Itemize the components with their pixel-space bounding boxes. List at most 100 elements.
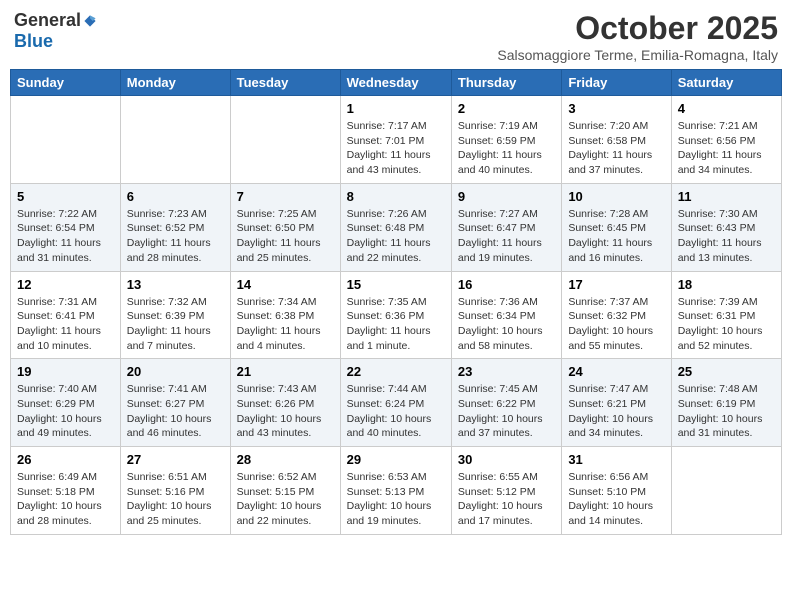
day-number: 18 [678,277,775,292]
week-row-4: 19 Sunrise: 7:40 AMSunset: 6:29 PMDayligh… [11,359,782,447]
calendar-cell: 7 Sunrise: 7:25 AMSunset: 6:50 PMDaylight… [230,183,340,271]
calendar-cell: 26 Sunrise: 6:49 AMSunset: 5:18 PMDayligh… [11,447,121,535]
calendar-cell: 21Sunrise: 7:43 AMSunset: 6:26 PMDayligh… [230,359,340,447]
day-number: 15 [347,277,445,292]
week-row-5: 26 Sunrise: 6:49 AMSunset: 5:18 PMDayligh… [11,447,782,535]
day-number: 14 [237,277,334,292]
days-header-row: SundayMondayTuesdayWednesdayThursdayFrid… [11,70,782,96]
calendar-cell: 13 Sunrise: 7:32 AMSunset: 6:39 PMDayligh… [120,271,230,359]
calendar-cell: 5Sunrise: 7:22 AMSunset: 6:54 PMDaylight… [11,183,121,271]
logo-blue-text: Blue [14,31,53,52]
day-header-thursday: Thursday [451,70,561,96]
calendar-cell: 23 Sunrise: 7:45 AMSunset: 6:22 PMDayligh… [451,359,561,447]
calendar-cell: 14 Sunrise: 7:34 AMSunset: 6:38 PMDayligh… [230,271,340,359]
cell-content: Sunrise: 7:41 AMSunset: 6:27 PMDaylight:… [127,382,224,441]
day-number: 25 [678,364,775,379]
calendar-cell [230,96,340,184]
day-number: 1 [347,101,445,116]
day-number: 11 [678,189,775,204]
cell-content: Sunrise: 6:56 AMSunset: 5:10 PMDaylight:… [568,470,664,529]
day-number: 20 [127,364,224,379]
calendar-cell: 29 Sunrise: 6:53 AMSunset: 5:13 PMDayligh… [340,447,451,535]
calendar-cell: 31 Sunrise: 6:56 AMSunset: 5:10 PMDayligh… [562,447,671,535]
day-number: 7 [237,189,334,204]
cell-content: Sunrise: 7:23 AMSunset: 6:52 PMDaylight:… [127,207,224,266]
calendar-cell: 24 Sunrise: 7:47 AMSunset: 6:21 PMDayligh… [562,359,671,447]
day-number: 3 [568,101,664,116]
cell-content: Sunrise: 7:34 AMSunset: 6:38 PMDaylight:… [237,295,334,354]
cell-content: Sunrise: 7:39 AMSunset: 6:31 PMDaylight:… [678,295,775,354]
day-number: 31 [568,452,664,467]
calendar-cell [671,447,781,535]
day-number: 19 [17,364,114,379]
cell-content: Sunrise: 7:25 AMSunset: 6:50 PMDaylight:… [237,207,334,266]
day-number: 12 [17,277,114,292]
week-row-3: 12Sunrise: 7:31 AMSunset: 6:41 PMDayligh… [11,271,782,359]
calendar-cell: 9 Sunrise: 7:27 AMSunset: 6:47 PMDaylight… [451,183,561,271]
day-number: 28 [237,452,334,467]
cell-content: Sunrise: 7:47 AMSunset: 6:21 PMDaylight:… [568,382,664,441]
week-row-1: 1 Sunrise: 7:17 AMSunset: 7:01 PMDaylight… [11,96,782,184]
cell-content: Sunrise: 7:35 AMSunset: 6:36 PMDaylight:… [347,295,445,354]
day-header-monday: Monday [120,70,230,96]
calendar-cell: 11 Sunrise: 7:30 AMSunset: 6:43 PMDayligh… [671,183,781,271]
day-number: 17 [568,277,664,292]
day-number: 22 [347,364,445,379]
day-number: 4 [678,101,775,116]
day-number: 26 [17,452,114,467]
cell-content: Sunrise: 6:49 AMSunset: 5:18 PMDaylight:… [17,470,114,529]
page-header: General Blue October 2025 Salsomaggiore … [10,10,782,63]
cell-content: Sunrise: 7:32 AMSunset: 6:39 PMDaylight:… [127,295,224,354]
day-header-wednesday: Wednesday [340,70,451,96]
calendar-cell: 15 Sunrise: 7:35 AMSunset: 6:36 PMDayligh… [340,271,451,359]
cell-content: Sunrise: 7:17 AMSunset: 7:01 PMDaylight:… [347,119,445,178]
cell-content: Sunrise: 7:30 AMSunset: 6:43 PMDaylight:… [678,207,775,266]
day-number: 10 [568,189,664,204]
day-number: 5 [17,189,114,204]
calendar-cell: 27 Sunrise: 6:51 AMSunset: 5:16 PMDayligh… [120,447,230,535]
day-header-sunday: Sunday [11,70,121,96]
day-number: 24 [568,364,664,379]
cell-content: Sunrise: 7:20 AMSunset: 6:58 PMDaylight:… [568,119,664,178]
calendar-cell: 2Sunrise: 7:19 AMSunset: 6:59 PMDaylight… [451,96,561,184]
day-number: 13 [127,277,224,292]
calendar-cell: 1 Sunrise: 7:17 AMSunset: 7:01 PMDaylight… [340,96,451,184]
calendar-cell: 18 Sunrise: 7:39 AMSunset: 6:31 PMDayligh… [671,271,781,359]
cell-content: Sunrise: 7:45 AMSunset: 6:22 PMDaylight:… [458,382,555,441]
calendar-cell: 8Sunrise: 7:26 AMSunset: 6:48 PMDaylight… [340,183,451,271]
calendar-table: SundayMondayTuesdayWednesdayThursdayFrid… [10,69,782,535]
cell-content: Sunrise: 7:44 AMSunset: 6:24 PMDaylight:… [347,382,445,441]
cell-content: Sunrise: 7:21 AMSunset: 6:56 PMDaylight:… [678,119,775,178]
cell-content: Sunrise: 6:53 AMSunset: 5:13 PMDaylight:… [347,470,445,529]
logo-general-text: General [14,10,81,31]
calendar-cell: 25Sunrise: 7:48 AMSunset: 6:19 PMDayligh… [671,359,781,447]
calendar-cell: 4 Sunrise: 7:21 AMSunset: 6:56 PMDaylight… [671,96,781,184]
calendar-cell: 6Sunrise: 7:23 AMSunset: 6:52 PMDaylight… [120,183,230,271]
day-number: 9 [458,189,555,204]
location-subtitle: Salsomaggiore Terme, Emilia-Romagna, Ita… [497,47,778,63]
day-number: 30 [458,452,555,467]
day-number: 2 [458,101,555,116]
cell-content: Sunrise: 7:40 AMSunset: 6:29 PMDaylight:… [17,382,114,441]
day-number: 27 [127,452,224,467]
logo-icon [83,14,97,28]
calendar-cell: 30Sunrise: 6:55 AMSunset: 5:12 PMDayligh… [451,447,561,535]
calendar-cell: 12Sunrise: 7:31 AMSunset: 6:41 PMDayligh… [11,271,121,359]
cell-content: Sunrise: 7:36 AMSunset: 6:34 PMDaylight:… [458,295,555,354]
day-number: 29 [347,452,445,467]
day-number: 8 [347,189,445,204]
calendar-cell: 28Sunrise: 6:52 AMSunset: 5:15 PMDayligh… [230,447,340,535]
day-number: 23 [458,364,555,379]
calendar-cell: 20 Sunrise: 7:41 AMSunset: 6:27 PMDayligh… [120,359,230,447]
day-header-friday: Friday [562,70,671,96]
calendar-cell: 3 Sunrise: 7:20 AMSunset: 6:58 PMDaylight… [562,96,671,184]
calendar-cell: 22 Sunrise: 7:44 AMSunset: 6:24 PMDayligh… [340,359,451,447]
cell-content: Sunrise: 6:51 AMSunset: 5:16 PMDaylight:… [127,470,224,529]
calendar-cell: 16 Sunrise: 7:36 AMSunset: 6:34 PMDayligh… [451,271,561,359]
logo: General Blue [14,10,97,52]
day-header-tuesday: Tuesday [230,70,340,96]
calendar-cell: 19 Sunrise: 7:40 AMSunset: 6:29 PMDayligh… [11,359,121,447]
cell-content: Sunrise: 7:27 AMSunset: 6:47 PMDaylight:… [458,207,555,266]
calendar-cell: 17Sunrise: 7:37 AMSunset: 6:32 PMDayligh… [562,271,671,359]
day-number: 16 [458,277,555,292]
